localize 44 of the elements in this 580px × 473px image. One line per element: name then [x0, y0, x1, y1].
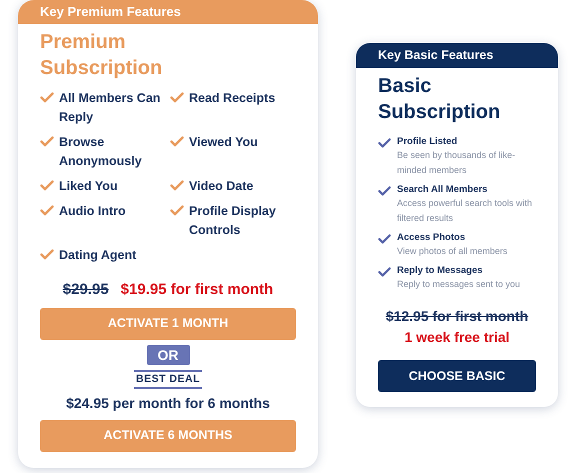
feature-title: Reply to Messages [397, 264, 484, 277]
card-header: Key Basic Features [356, 43, 558, 68]
feature-label: Video Date [189, 178, 254, 195]
checkmark-icon [170, 205, 184, 216]
feature-label: Liked You [59, 178, 118, 195]
feature-title: Profile Listed [397, 135, 458, 148]
plan-title: Premium Subscription [40, 30, 164, 81]
activate-1-month-button[interactable]: ACTIVATE 1 MONTH [40, 308, 296, 340]
feature-label: Read Receipts [189, 90, 276, 107]
checkmark-icon [40, 205, 54, 216]
best-deal-label: BEST DEAL [134, 370, 202, 388]
card-header: Key Premium Features [18, 0, 318, 24]
checkmark-icon [378, 234, 391, 244]
checkmark-icon [170, 92, 184, 104]
old-price: $29.95 [62, 280, 109, 300]
plan-title: Basic Subscription [378, 74, 502, 125]
checkmark-icon [40, 92, 54, 104]
checkmark-icon [170, 180, 184, 192]
checkmark-icon [170, 136, 184, 148]
activate-6-months-button[interactable]: ACTIVATE 6 MONTHS [40, 420, 296, 452]
discount-price: $19.95 for first month [120, 280, 274, 300]
deal-price: $24.95 per month for 6 months [66, 394, 270, 413]
trial-offer: 1 week free trial [404, 328, 510, 347]
feature-description: Reply to messages sent to you [397, 278, 520, 291]
feature-description: Access powerful search tools with filtered results [397, 197, 534, 225]
or-badge: OR [146, 344, 190, 364]
checkmark-icon [378, 138, 391, 148]
feature-title: Search All Members [397, 183, 488, 196]
feature-label: Browse Anonymously [59, 134, 143, 170]
feature-label: Audio Intro [59, 203, 126, 220]
choose-basic-button[interactable]: CHOOSE BASIC [378, 360, 536, 392]
feature-label: Profile Display Controls [189, 203, 277, 239]
feature-label: All Members Can Reply [59, 90, 162, 126]
old-price: $12.95 for first month [386, 307, 528, 326]
checkmark-icon [40, 136, 54, 148]
feature-title: Access Photos [397, 231, 466, 244]
feature-label: Viewed You [189, 134, 258, 151]
feature-label: Dating Agent [59, 247, 136, 264]
checkmark-icon [378, 267, 391, 278]
checkmark-icon [378, 186, 391, 196]
checkmark-icon [40, 249, 54, 260]
feature-description: Be seen by thousands of like-minded members [397, 149, 516, 177]
feature-description: View photos of all members [397, 245, 508, 258]
checkmark-icon [40, 180, 54, 192]
